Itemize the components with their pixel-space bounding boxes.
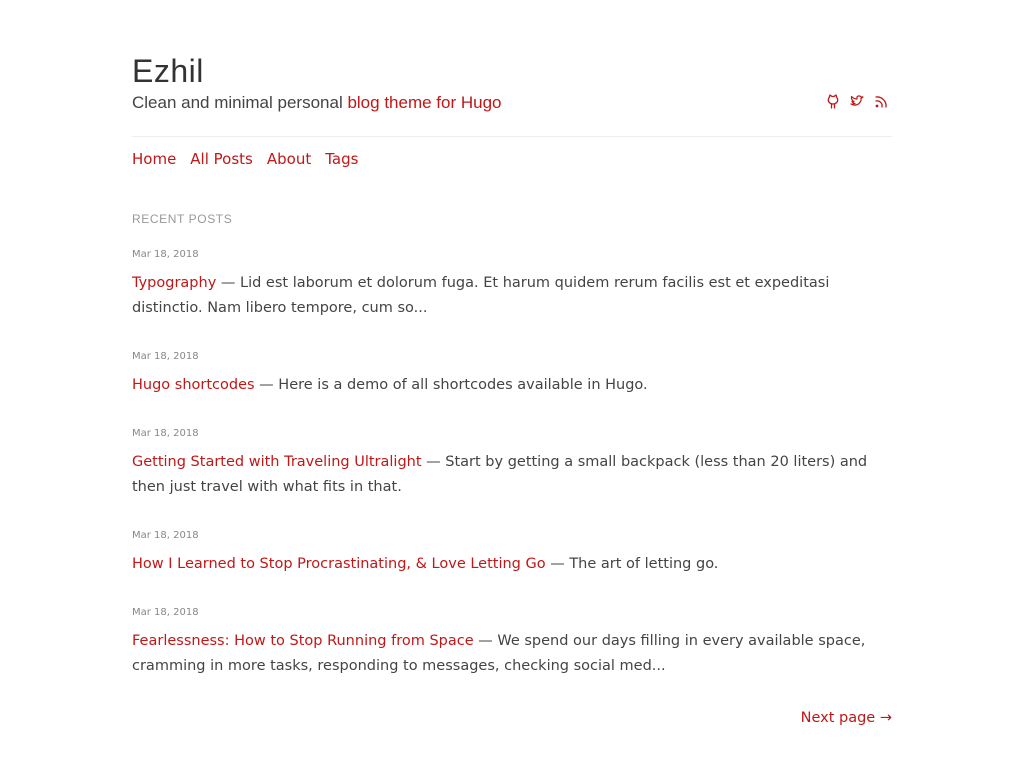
section-title: RECENT POSTS: [132, 212, 233, 226]
post-entry: Getting Started with Traveling Ultraligh…: [132, 450, 892, 500]
post-entry: Hugo shortcodes — Here is a demo of all …: [132, 373, 892, 398]
site-tagline: Clean and minimal personal blog theme fo…: [132, 92, 502, 114]
nav-item-home[interactable]: Home: [132, 149, 176, 169]
post-separator: —: [254, 377, 279, 393]
post-date: Mar 18, 2018: [132, 351, 199, 362]
tagline-text: Clean and minimal personal: [132, 93, 348, 112]
list-item: Mar 18, 2018 Hugo shortcodes — Here is a…: [132, 350, 892, 427]
twitter-link[interactable]: [850, 93, 864, 109]
post-title-link[interactable]: Hugo shortcodes: [132, 377, 255, 393]
post-separator: —: [545, 556, 570, 572]
main-nav: Home All Posts About Tags: [132, 149, 358, 169]
list-item: Mar 18, 2018 How I Learned to Stop Procr…: [132, 529, 892, 606]
nav-item-all-posts[interactable]: All Posts: [190, 149, 253, 169]
list-item: Mar 18, 2018 Typography — Lid est laboru…: [132, 248, 892, 350]
post-summary: The art of letting go.: [569, 556, 719, 572]
post-entry: Typography — Lid est laborum et dolorum …: [132, 271, 892, 321]
post-entry: Fearlessness: How to Stop Running from S…: [132, 629, 892, 679]
twitter-icon: [850, 95, 864, 106]
tagline-accent-text: blog theme for Hugo: [347, 93, 502, 112]
nav-item-tags[interactable]: Tags: [325, 149, 358, 169]
github-icon: [827, 94, 839, 109]
post-entry: How I Learned to Stop Procrastinating, &…: [132, 552, 892, 577]
post-date: Mar 18, 2018: [132, 530, 199, 541]
header-divider: [132, 136, 892, 137]
post-title-link[interactable]: Typography: [132, 275, 216, 291]
nav-item-about[interactable]: About: [267, 149, 311, 169]
next-page-link[interactable]: Next page →: [801, 710, 892, 726]
post-date: Mar 18, 2018: [132, 249, 199, 260]
post-list: Mar 18, 2018 Typography — Lid est laboru…: [132, 248, 892, 696]
post-title-link[interactable]: Fearlessness: How to Stop Running from S…: [132, 633, 474, 649]
github-link[interactable]: [826, 93, 840, 109]
list-item: Mar 18, 2018 Fearlessness: How to Stop R…: [132, 606, 892, 696]
post-date: Mar 18, 2018: [132, 428, 199, 439]
site-title[interactable]: Ezhil: [132, 52, 204, 90]
post-title-link[interactable]: Getting Started with Traveling Ultraligh…: [132, 454, 422, 470]
rss-icon: [875, 96, 887, 108]
post-separator: —: [216, 275, 240, 291]
pagination: Next page →: [801, 708, 892, 728]
post-separator: —: [473, 633, 498, 649]
rss-link[interactable]: [874, 93, 888, 109]
post-separator: —: [421, 454, 446, 470]
post-date: Mar 18, 2018: [132, 607, 199, 618]
list-item: Mar 18, 2018 Getting Started with Travel…: [132, 427, 892, 529]
social-links: [826, 93, 888, 109]
post-summary: Here is a demo of all shortcodes availab…: [278, 377, 648, 393]
post-title-link[interactable]: How I Learned to Stop Procrastinating, &…: [132, 556, 546, 572]
